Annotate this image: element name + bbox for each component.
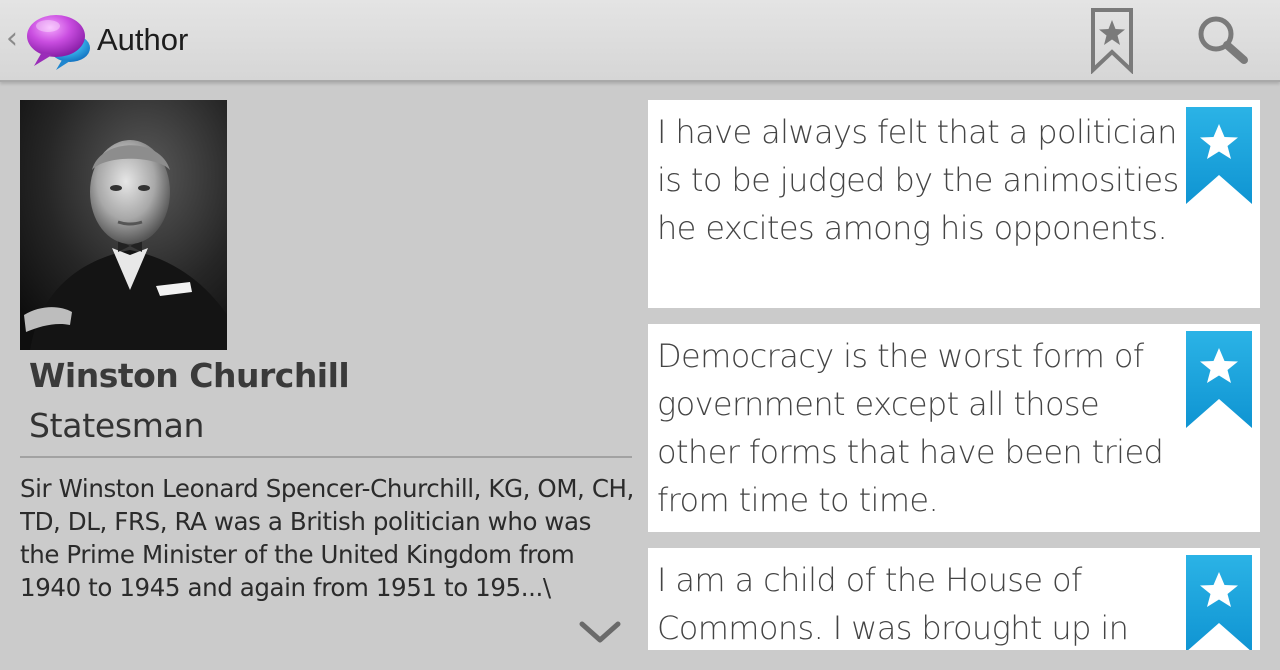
author-role: Statesman bbox=[29, 406, 205, 445]
author-photo bbox=[20, 100, 227, 350]
speech-bubbles-icon[interactable] bbox=[24, 10, 92, 72]
bookmark-ribbon-icon[interactable] bbox=[1186, 107, 1252, 204]
quote-text: Democracy is the worst form of governmen… bbox=[657, 337, 1164, 519]
bookmark-ribbon-icon[interactable] bbox=[1186, 555, 1252, 650]
chevron-left-icon[interactable]: ‹ bbox=[6, 24, 18, 54]
bookmark-star-icon[interactable] bbox=[1088, 6, 1136, 74]
action-bar: ‹ Author bbox=[0, 0, 1280, 82]
quote-card[interactable]: I have always felt that a politician is … bbox=[648, 100, 1260, 308]
quote-text: I have always felt that a politician is … bbox=[657, 113, 1179, 247]
quote-card[interactable]: I am a child of the House of Commons. I … bbox=[648, 548, 1260, 650]
divider bbox=[20, 456, 632, 458]
search-icon[interactable] bbox=[1196, 14, 1250, 66]
quote-text: I am a child of the House of Commons. I … bbox=[657, 561, 1129, 647]
quote-card[interactable]: Democracy is the worst form of governmen… bbox=[648, 324, 1260, 532]
author-bio: Sir Winston Leonard Spencer-Churchill, K… bbox=[20, 474, 634, 602]
author-name: Winston Churchill bbox=[29, 356, 350, 395]
bookmark-ribbon-icon[interactable] bbox=[1186, 331, 1252, 428]
page-title: Author bbox=[97, 22, 189, 57]
chevron-down-icon[interactable] bbox=[578, 618, 622, 646]
